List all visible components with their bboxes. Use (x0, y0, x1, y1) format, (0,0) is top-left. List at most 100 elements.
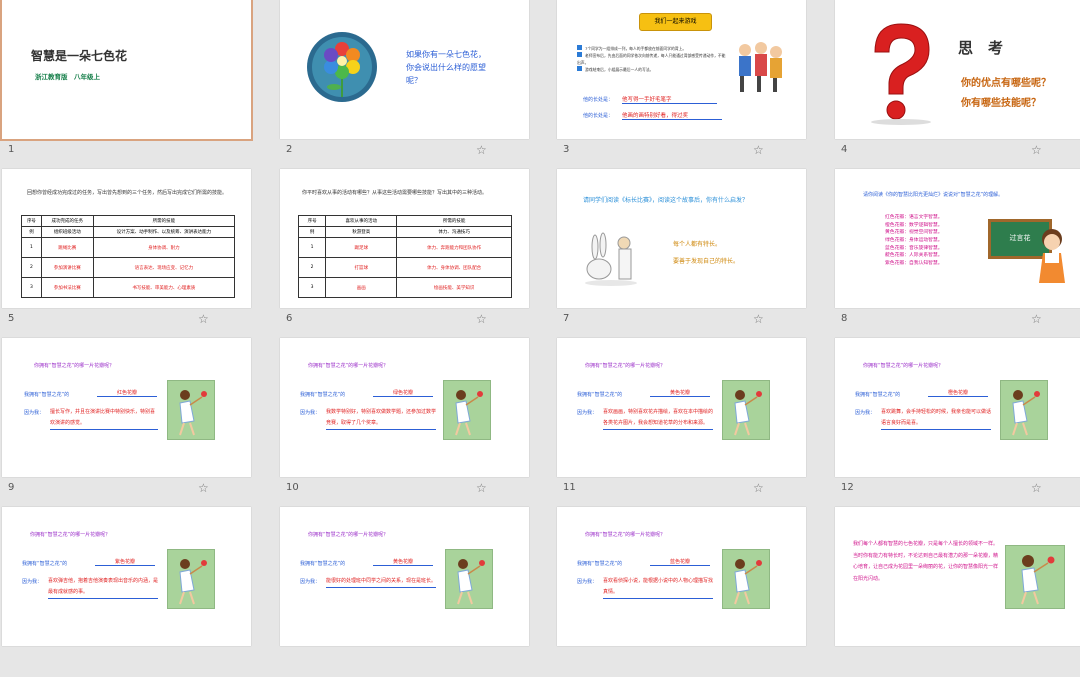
slide-7-question: 请同学们阅读《标长比赛》，阅读这个故事后，你有什么启发？ (583, 197, 749, 204)
slide-16-canvas[interactable]: 我们每个人都有智慧的七色花瓣，只是每个人擅长的领域不一样。当时你有能力有特长时，… (835, 507, 1080, 646)
slide-1-canvas[interactable]: 智慧是一朵七色花 浙江教育版 八年级上 (0, 0, 253, 141)
bullet: 7个同学为一组排成一列，每人的手都放在前面同学的背上。 (577, 45, 727, 52)
petal-answer: 蓝色花瓣 (650, 558, 710, 566)
slide-question: 你拥有“智慧之花”的哪一片花瓣呢？ (585, 363, 666, 369)
slide-thumb-2[interactable]: 如果你有一朵七色花，你会说出什么样的愿望呢？ 2 ☆ (280, 0, 529, 170)
slide-thumb-12[interactable]: 你拥有“智慧之花”的哪一片花瓣呢？ 我拥有“智慧之花”的 橙色花瓣 因为我： 喜… (835, 338, 1080, 508)
list-item: 黄色花瓣：视觉空间智慧。 (885, 230, 943, 236)
slide-thumb-15[interactable]: 你拥有“智慧之花”的哪一片花瓣呢？ 我拥有“智慧之花”的 蓝色花瓣 因为我： 喜… (557, 507, 806, 677)
table-header: 序号 成功完成的任务 所需的技能 (21, 215, 236, 227)
star-icon[interactable]: ☆ (476, 481, 487, 495)
table-row: 例组织班级活动 设计方案、动手制作、以及统筹、演讲表达能力 (21, 226, 236, 238)
own-label: 我拥有“智慧之花”的 (300, 561, 346, 567)
slide-number: 3 (563, 144, 570, 155)
q2-label: 他的长处是： (583, 113, 614, 119)
slide-13-canvas[interactable]: 你拥有“智慧之花”的哪一片花瓣呢？ 我拥有“智慧之花”的 紫色花瓣 因为我： 喜… (2, 507, 251, 646)
table-row: 2 参加演讲比赛 语言表达、现场应变、记忆力 (21, 257, 236, 278)
star-icon[interactable]: ☆ (1031, 481, 1042, 495)
girl-image (445, 549, 493, 609)
because-label: 因为我： (300, 579, 321, 585)
slide-thumb-9[interactable]: 你拥有“智慧之花”的哪一片花瓣呢？ 我拥有“智慧之花”的 红色花瓣 因为我： 擅… (2, 338, 251, 508)
star-icon[interactable]: ☆ (476, 312, 487, 326)
slide-question: 你拥有“智慧之花”的哪一片花瓣呢？ (30, 532, 111, 538)
slide-9-canvas[interactable]: 你拥有“智慧之花”的哪一片花瓣呢？ 我拥有“智慧之花”的 红色花瓣 因为我： 擅… (2, 338, 251, 477)
reason-answer: 喜欢跳舞，会手持轻松的时候，我亲也能可以做话语言良好而是喜。 (881, 407, 991, 430)
reason-answer: 我数学特别好，特别喜欢做数学题，还参加过数学竞赛，取得了几个奖章。 (326, 407, 436, 430)
slide-2-canvas[interactable]: 如果你有一朵七色花，你会说出什么样的愿望呢？ (280, 0, 529, 139)
girl-image (1000, 380, 1048, 440)
girl-image (167, 380, 215, 440)
table-row: 1 跳绳比赛 身体协调、耐力 (21, 237, 236, 258)
slide-10-canvas[interactable]: 你拥有“智慧之花”的哪一片花瓣呢？ 我拥有“智慧之花”的 绿色花瓣 因为我： 我… (280, 338, 529, 477)
slide-thumb-13[interactable]: 你拥有“智慧之花”的哪一片花瓣呢？ 我拥有“智慧之花”的 紫色花瓣 因为我： 喜… (2, 507, 251, 677)
petal-answer: 红色花瓣 (97, 389, 157, 397)
slide-sorter-grid: 智慧是一朵七色花 浙江教育版 八年级上 1 如果你有一朵七色花，你会说出什么样的… (0, 0, 1080, 646)
slide-6-canvas[interactable]: 你平时喜欢从事的活动有哪些？从事这些活动需要哪些技能？写出其中的三种活动。 序号… (280, 169, 529, 308)
slide-14-canvas[interactable]: 你拥有“智慧之花”的哪一片花瓣呢？ 我拥有“智慧之花”的 黄色花瓣 因为我： 能… (280, 507, 529, 646)
slide-2-question: 如果你有一朵七色花，你会说出什么样的愿望呢？ (406, 50, 486, 85)
star-icon[interactable]: ☆ (198, 481, 209, 495)
slide-question: 你拥有“智慧之花”的哪一片花瓣呢？ (585, 532, 666, 538)
slide-5-canvas[interactable]: 回想你曾经成功完成过的任务，写出曾先想到的三个任务，然后写出完成它们所需的技能。… (2, 169, 251, 308)
own-label: 我拥有“智慧之花”的 (577, 392, 623, 398)
list-item: 绿色花瓣：身体运动智慧。 (885, 238, 943, 244)
star-icon[interactable]: ☆ (1031, 312, 1042, 326)
slide-12-canvas[interactable]: 你拥有“智慧之花”的哪一片花瓣呢？ 我拥有“智慧之花”的 橙色花瓣 因为我： 喜… (835, 338, 1080, 477)
star-icon[interactable]: ☆ (1031, 143, 1042, 157)
reason-answer: 擅长写作，并且在演讲比赛中特别快乐，特别喜欢演讲的感觉。 (50, 407, 158, 430)
teacher-illustration (1039, 229, 1065, 283)
slide-question: 你拥有“智慧之花”的哪一片花瓣呢？ (308, 532, 389, 538)
slide-4-canvas[interactable]: 思 考 你的优点有哪些呢？ 你有哪些技能呢？ (835, 0, 1080, 139)
slide-thumb-3[interactable]: 我们一起来游戏 7个同学为一组排成一列，每人的手都放在前面同学的背上。 老师宣布… (557, 0, 806, 170)
because-label: 因为我： (577, 579, 598, 585)
because-label: 因为我： (300, 410, 321, 416)
table-row: 例秋游登高 体力、沟通技巧 (297, 226, 512, 238)
slide-thumb-10[interactable]: 你拥有“智慧之花”的哪一片花瓣呢？ 我拥有“智慧之花”的 绿色花瓣 因为我： 我… (280, 338, 529, 508)
star-icon[interactable]: ☆ (753, 481, 764, 495)
list-item: 红色花瓣：语言文字智慧。 (885, 215, 943, 220)
slide-11-canvas[interactable]: 你拥有“智慧之花”的哪一片花瓣呢？ 我拥有“智慧之花”的 黄色花瓣 因为我： 喜… (557, 338, 806, 477)
reason-answer: 喜欢看侦探小说，能根据小说中的人物心理描写找真情。 (603, 576, 713, 599)
petal-answer: 橙色花瓣 (928, 389, 988, 397)
slide-question: 你拥有“智慧之花”的哪一片花瓣呢？ (34, 363, 115, 369)
star-icon[interactable]: ☆ (476, 143, 487, 157)
slide-6-table: 序号 喜欢从事的活动 所需的技能 例秋游登高 体力、沟通技巧 1 踢足球 体力、奔跑能力和… (297, 215, 512, 298)
slide-question: 你拥有“智慧之花”的哪一片花瓣呢？ (863, 363, 944, 369)
table-row: 3 参加书法比赛 书写技能、审美能力、心理素质 (21, 277, 236, 298)
star-icon[interactable]: ☆ (198, 312, 209, 326)
slide-thumb-16[interactable]: 我们每个人都有智慧的七色花瓣，只是每个人擅长的领域不一样。当时你有能力有特长时，… (835, 507, 1080, 677)
because-label: 因为我： (855, 410, 876, 416)
slide-3-bullets: 7个同学为一组排成一列，每人的手都放在前面同学的背上。 老师宣布后，先由后面的同… (577, 45, 727, 73)
table-row: 1 踢足球 体力、奔跑能力和团队协作 (297, 237, 512, 258)
star-icon[interactable]: ☆ (753, 143, 764, 157)
slide-thumb-1[interactable]: 智慧是一朵七色花 浙江教育版 八年级上 1 (0, 0, 253, 170)
slide-8-question: 请你阅读《你的智慧比阳光更灿烂》说说对“智慧之花”的理解。 (863, 192, 1004, 198)
slide-15-canvas[interactable]: 你拥有“智慧之花”的哪一片花瓣呢？ 我拥有“智慧之花”的 蓝色花瓣 因为我： 喜… (557, 507, 806, 646)
slide-thumb-6[interactable]: 你平时喜欢从事的活动有哪些？从事这些活动需要哪些技能？写出其中的三种活动。 序号… (280, 169, 529, 339)
slide-3-canvas[interactable]: 我们一起来游戏 7个同学为一组排成一列，每人的手都放在前面同学的背上。 老师宣布… (557, 0, 806, 139)
reason-answer: 能很好的处理班中同学之间的关系，现在是班长。 (326, 576, 436, 588)
slide-thumb-8[interactable]: 请你阅读《你的智慧比阳光更灿烂》说说对“智慧之花”的理解。 红色花瓣：语言文字智… (835, 169, 1080, 339)
own-label: 我拥有“智慧之花”的 (300, 392, 346, 398)
because-label: 因为我： (577, 410, 598, 416)
slide-16-paragraph: 我们每个人都有智慧的七色花瓣，只是每个人擅长的领域不一样。当时你有能力有特长时，… (853, 541, 999, 582)
slide-thumb-5[interactable]: 回想你曾经成功完成过的任务，写出曾先想到的三个任务，然后写出完成它们所需的技能。… (2, 169, 251, 339)
list-item: 蓝色花瓣：音乐旋律智慧。 (885, 245, 943, 251)
because-label: 因为我： (22, 579, 43, 585)
slide-thumb-14[interactable]: 你拥有“智慧之花”的哪一片花瓣呢？ 我拥有“智慧之花”的 黄色花瓣 因为我： 能… (280, 507, 529, 677)
slide-7-line2: 要善于发现自己的特长。 (673, 258, 740, 265)
slide-thumb-4[interactable]: 思 考 你的优点有哪些呢？ 你有哪些技能呢？ 4 ☆ (835, 0, 1080, 170)
petal-answer: 绿色花瓣 (373, 389, 433, 397)
slide-thumb-11[interactable]: 你拥有“智慧之花”的哪一片花瓣呢？ 我拥有“智慧之花”的 黄色花瓣 因为我： 喜… (557, 338, 806, 508)
girl-image (722, 549, 770, 609)
slide-thumb-7[interactable]: 请同学们阅读《标长比赛》，阅读这个故事后，你有什么启发？ 每个人都有特长。 要善… (557, 169, 806, 339)
slide-number: 6 (286, 313, 293, 324)
slide-7-canvas[interactable]: 请同学们阅读《标长比赛》，阅读这个故事后，你有什么启发？ 每个人都有特长。 要善… (557, 169, 806, 308)
slide-6-intro: 你平时喜欢从事的活动有哪些？从事这些活动需要哪些技能？写出其中的三种活动。 (302, 190, 488, 196)
reason-answer: 喜欢画画，特别喜欢花卉描绘，喜欢在本中描绘的各类花卉图片，我会想知道花草的分布和… (603, 407, 713, 430)
slide-question: 你拥有“智慧之花”的哪一片花瓣呢？ (308, 363, 389, 369)
girl-image (722, 380, 770, 440)
star-icon[interactable]: ☆ (753, 312, 764, 326)
slide-8-canvas[interactable]: 请你阅读《你的智慧比阳光更灿烂》说说对“智慧之花”的理解。 红色花瓣：语言文字智… (835, 169, 1080, 308)
table-header: 序号 喜欢从事的活动 所需的技能 (297, 215, 512, 227)
